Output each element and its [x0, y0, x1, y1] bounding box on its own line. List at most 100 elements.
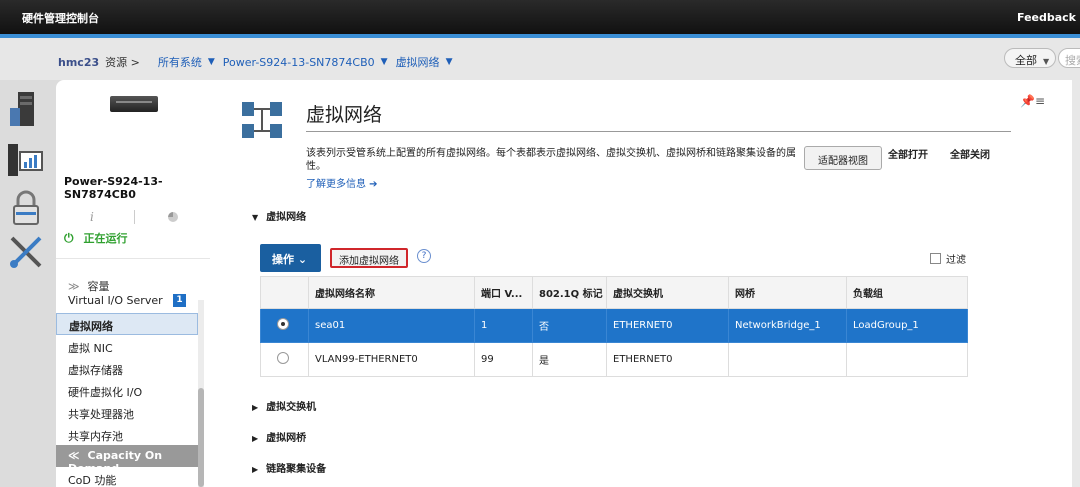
add-virtual-network-button[interactable]: 添加虚拟网络: [330, 248, 408, 268]
actions-label: 操作: [272, 253, 294, 266]
triangle-right-icon: ▶: [252, 434, 259, 443]
sidebar-item-shared-memory-pool[interactable]: 共享内存池: [56, 424, 198, 446]
table-cell: VLAN99-ETHERNET0: [308, 342, 475, 377]
table-cell: ETHERNET0: [606, 308, 729, 343]
table-row[interactable]: VLAN99-ETHERNET0 99 是 ETHERNET0: [260, 342, 968, 377]
column-header[interactable]: 虚拟交换机: [606, 276, 729, 309]
search-scope-value: 全部: [1015, 54, 1037, 67]
scrollbar-thumb[interactable]: [198, 388, 204, 487]
divider: [134, 210, 135, 224]
learn-more-link[interactable]: 了解更多信息 ➔: [306, 175, 378, 190]
breadcrumb-system[interactable]: Power-S924-13-SN7874CB0: [223, 56, 375, 69]
breadcrumb-resources[interactable]: 资源 >: [105, 54, 140, 70]
sidebar-item-label: 硬件虚拟化 I/O: [68, 386, 143, 399]
tools-icon[interactable]: [6, 232, 46, 272]
table-cell: 1: [474, 308, 533, 343]
system-side-panel: Power-S924-13-SN7874CB0 i ⏻ 正在运行 ≫ 容量 Vir…: [56, 80, 210, 487]
left-icon-rail: [0, 80, 56, 487]
column-header[interactable]: 网桥: [728, 276, 847, 309]
sidebar-item-label: 虚拟 NIC: [68, 342, 113, 355]
column-header[interactable]: 端口 V...: [474, 276, 533, 309]
table-cell: [846, 342, 968, 377]
triangle-down-icon: ▼: [252, 213, 259, 222]
sidebar-scrollbar[interactable]: [198, 300, 204, 487]
divider: [306, 131, 1011, 132]
collapse-all-link[interactable]: 全部关闭: [950, 146, 990, 161]
power-icon: ⏻: [64, 230, 74, 245]
virtual-network-table: 虚拟网络名称 端口 V... 802.1Q 标记 虚拟交换机 网桥 负载组 se…: [260, 276, 968, 377]
expand-all-link[interactable]: 全部打开: [888, 146, 928, 161]
system-name: Power-S924-13-SN7874CB0: [64, 175, 163, 201]
sidebar-item-cod[interactable]: CoD 功能: [56, 468, 198, 487]
sidebar-item-virtual-network[interactable]: 虚拟网络: [56, 313, 198, 335]
section-label: 虚拟网络: [266, 212, 307, 223]
server-tower-icon[interactable]: [6, 90, 46, 130]
filter-checkbox[interactable]: [930, 253, 941, 264]
help-icon[interactable]: ?: [417, 249, 431, 263]
pie-chart-icon[interactable]: [168, 212, 178, 222]
section-virtual-network[interactable]: ▼ 虚拟网络: [252, 208, 306, 223]
column-header[interactable]: 802.1Q 标记: [532, 276, 607, 309]
sidebar-item-label: CoD 功能: [68, 474, 117, 487]
page-description: 该表列示受管系统上配置的所有虚拟网络。每个表都表示虚拟网络、虚拟交换机、虚拟网桥…: [306, 148, 796, 172]
cod-group-header[interactable]: ≪ Capacity On Demand: [56, 445, 198, 475]
column-header[interactable]: 负载组: [846, 276, 968, 309]
section-label: 虚拟网桥: [266, 433, 307, 444]
sidebar-item-vios[interactable]: Virtual I/O Server 1: [56, 290, 198, 312]
section-virtual-switch[interactable]: ▶ 虚拟交换机: [252, 398, 316, 413]
system-tool-row: i: [64, 210, 204, 226]
row-radio[interactable]: [277, 352, 289, 364]
breadcrumb-current[interactable]: 虚拟网络: [396, 54, 440, 70]
actions-button[interactable]: 操作 ⌄: [260, 244, 321, 272]
info-icon[interactable]: i: [90, 210, 94, 224]
status-text: 正在运行: [83, 232, 128, 245]
breadcrumb-all-systems[interactable]: 所有系统: [158, 54, 202, 70]
row-radio[interactable]: [277, 318, 289, 330]
filter-label: 过滤: [946, 255, 966, 266]
adapter-view-button[interactable]: 适配器视图: [804, 146, 882, 170]
sidebar-item-shared-processor-pool[interactable]: 共享处理器池: [56, 402, 198, 424]
table-cell: [728, 342, 847, 377]
row-select-cell[interactable]: [260, 308, 309, 343]
column-header[interactable]: 虚拟网络名称: [308, 276, 475, 309]
section-label: 链路聚集设备: [266, 464, 327, 475]
chevron-down-icon: ⌄: [297, 253, 308, 266]
pin-icon[interactable]: 📌≡: [1020, 94, 1045, 108]
row-select-cell[interactable]: [260, 342, 309, 377]
chevron-down-icon: ▼: [1043, 57, 1050, 66]
section-virtual-bridge[interactable]: ▶ 虚拟网桥: [252, 429, 306, 444]
table-cell: 99: [474, 342, 533, 377]
sidebar-item-label: 共享处理器池: [68, 408, 134, 421]
virtual-network-icon: [242, 102, 282, 138]
table-cell: ETHERNET0: [606, 342, 729, 377]
search-input[interactable]: 搜索: [1058, 48, 1080, 68]
search-scope-select[interactable]: 全部 ▼: [1004, 48, 1056, 68]
select-column-header: [260, 276, 309, 309]
triangle-right-icon: ▶: [252, 403, 259, 412]
right-scroll-edge: [1072, 80, 1080, 487]
table-cell: LoadGroup_1: [846, 308, 968, 343]
table-cell: NetworkBridge_1: [728, 308, 847, 343]
breadcrumb-bar: hmc23 资源 > 所有系统 ▼ Power-S924-13-SN7874CB…: [0, 38, 1080, 80]
breadcrumb-host[interactable]: hmc23: [58, 56, 99, 69]
section-link-aggregation[interactable]: ▶ 链路聚集设备: [252, 460, 326, 475]
count-badge: 1: [173, 294, 186, 307]
sidebar-item-virtual-nic[interactable]: 虚拟 NIC: [56, 336, 198, 358]
feedback-link[interactable]: Feedback: [1017, 11, 1076, 24]
table-header-row: 虚拟网络名称 端口 V... 802.1Q 标记 虚拟交换机 网桥 负载组: [260, 276, 968, 309]
double-chevron-up-icon: ≪: [68, 449, 80, 462]
chevron-down-icon[interactable]: ▼: [208, 57, 215, 67]
chevron-down-icon[interactable]: ▼: [446, 57, 453, 67]
table-row[interactable]: sea01 1 否 ETHERNET0 NetworkBridge_1 Load…: [260, 308, 968, 343]
sidebar-item-virtual-storage[interactable]: 虚拟存储器: [56, 358, 198, 380]
breadcrumb: hmc23 资源 > 所有系统 ▼ Power-S924-13-SN7874CB…: [58, 54, 460, 70]
filter-toggle[interactable]: 过滤: [930, 251, 966, 266]
table-cell: sea01: [308, 308, 475, 343]
chevron-down-icon[interactable]: ▼: [381, 57, 388, 67]
table-cell: 是: [532, 342, 607, 377]
sidebar-item-label: 共享内存池: [68, 430, 123, 443]
sidebar-item-hw-virtual-io[interactable]: 硬件虚拟化 I/O: [56, 380, 198, 402]
section-label: 虚拟交换机: [266, 402, 317, 413]
padlock-icon[interactable]: [6, 188, 46, 228]
monitor-chart-icon[interactable]: [6, 140, 46, 180]
